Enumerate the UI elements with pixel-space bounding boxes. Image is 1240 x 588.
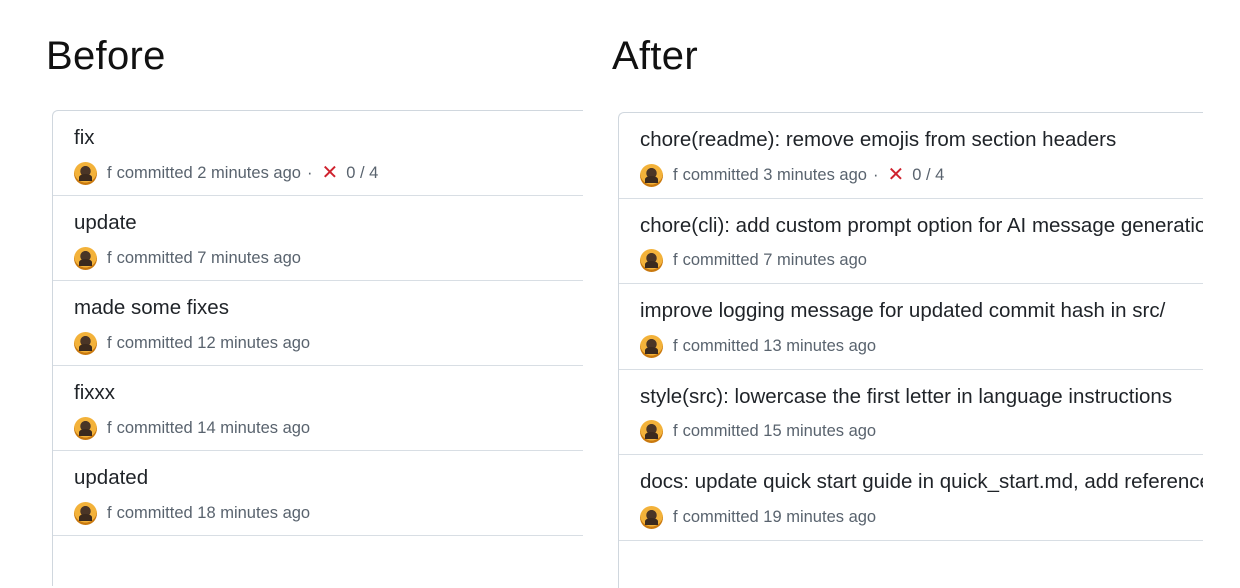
commit-author[interactable]: f <box>673 166 678 185</box>
commit-meta: f committed 7 minutes ago <box>74 246 301 270</box>
x-icon[interactable]: ✕ <box>321 163 338 183</box>
commit-title[interactable]: updated <box>74 466 148 490</box>
commit-meta: f committed 14 minutes ago <box>74 416 310 440</box>
commit-author[interactable]: f <box>107 419 112 438</box>
user-avatar[interactable] <box>640 163 663 187</box>
commit-author[interactable]: f <box>673 508 678 527</box>
user-avatar[interactable] <box>74 161 97 185</box>
commit-meta: f committed 18 minutes ago <box>74 501 310 525</box>
commit-row[interactable]: fix f committed 2 minutes ago · ✕ 0 / 4 <box>53 111 583 196</box>
commit-title[interactable]: made some fixes <box>74 296 229 320</box>
before-heading: Before <box>46 34 166 78</box>
user-avatar[interactable] <box>74 416 97 440</box>
user-avatar[interactable] <box>640 505 663 529</box>
commit-row[interactable]: docs: update quick start guide in quick_… <box>619 455 1203 541</box>
commit-time: committed 7 minutes ago <box>116 248 301 267</box>
commit-title[interactable]: fixxx <box>74 381 115 405</box>
checks-count[interactable]: 0 / 4 <box>346 164 378 183</box>
commit-author[interactable]: f <box>107 334 112 353</box>
commit-title[interactable]: fix <box>74 126 95 150</box>
commit-time: committed 12 minutes ago <box>116 333 311 352</box>
x-icon[interactable]: ✕ <box>887 165 904 185</box>
separator-dot: · <box>872 165 879 184</box>
commit-time: committed 2 minutes ago <box>116 163 301 182</box>
checks-count[interactable]: 0 / 4 <box>912 166 944 185</box>
user-avatar[interactable] <box>74 501 97 525</box>
commit-author[interactable]: f <box>107 249 112 268</box>
commit-author[interactable]: f <box>107 504 112 523</box>
commit-row[interactable]: chore(cli): add custom prompt option for… <box>619 199 1203 284</box>
after-heading: After <box>612 34 698 78</box>
commit-title[interactable]: chore(readme): remove emojis from sectio… <box>640 128 1116 152</box>
commit-meta: f committed 15 minutes ago <box>640 420 876 444</box>
commit-time: committed 13 minutes ago <box>682 336 877 355</box>
commit-time: committed 15 minutes ago <box>682 422 877 440</box>
commit-meta: f committed 7 minutes ago <box>640 249 867 273</box>
commit-title[interactable]: improve logging message for updated comm… <box>640 299 1165 323</box>
user-avatar[interactable] <box>640 249 663 272</box>
commit-row[interactable]: style(src): lowercase the first letter i… <box>619 370 1203 455</box>
commit-author[interactable]: f <box>673 337 678 356</box>
commit-time: committed 18 minutes ago <box>116 503 311 522</box>
commit-time: committed 14 minutes ago <box>116 418 311 437</box>
commit-title[interactable]: chore(cli): add custom prompt option for… <box>640 214 1203 238</box>
commit-meta: f committed 12 minutes ago <box>74 331 310 355</box>
commit-author[interactable]: f <box>107 164 112 183</box>
commit-time: committed 19 minutes ago <box>682 507 877 526</box>
commit-author[interactable]: f <box>673 251 678 270</box>
user-avatar[interactable] <box>74 246 97 270</box>
commit-list-before: fix f committed 2 minutes ago · ✕ 0 / 4 … <box>52 110 583 586</box>
user-avatar[interactable] <box>640 420 663 443</box>
commit-row[interactable]: update f committed 7 minutes ago <box>53 196 583 281</box>
commit-title[interactable]: style(src): lowercase the first letter i… <box>640 385 1172 409</box>
user-avatar[interactable] <box>74 331 97 355</box>
commit-meta: f committed 3 minutes ago · ✕ 0 / 4 <box>640 163 944 187</box>
commit-list-after: chore(readme): remove emojis from sectio… <box>618 112 1203 588</box>
commit-meta: f committed 13 minutes ago <box>640 334 876 358</box>
commit-row[interactable]: updated f committed 18 minutes ago <box>53 451 583 536</box>
commit-meta: f committed 19 minutes ago <box>640 505 876 529</box>
commit-row[interactable]: made some fixes f committed 12 minutes a… <box>53 281 583 366</box>
commit-time: committed 7 minutes ago <box>682 251 867 269</box>
commit-time: committed 3 minutes ago <box>682 165 867 184</box>
user-avatar[interactable] <box>640 334 663 358</box>
commit-title[interactable]: update <box>74 211 137 235</box>
commit-meta: f committed 2 minutes ago · ✕ 0 / 4 <box>74 161 378 185</box>
commit-author[interactable]: f <box>673 422 678 441</box>
commit-row[interactable]: chore(readme): remove emojis from sectio… <box>619 113 1203 199</box>
commit-title[interactable]: docs: update quick start guide in quick_… <box>640 470 1203 494</box>
commit-row[interactable]: fixxx f committed 14 minutes ago <box>53 366 583 451</box>
separator-dot: · <box>306 163 313 182</box>
commit-row[interactable]: improve logging message for updated comm… <box>619 284 1203 370</box>
